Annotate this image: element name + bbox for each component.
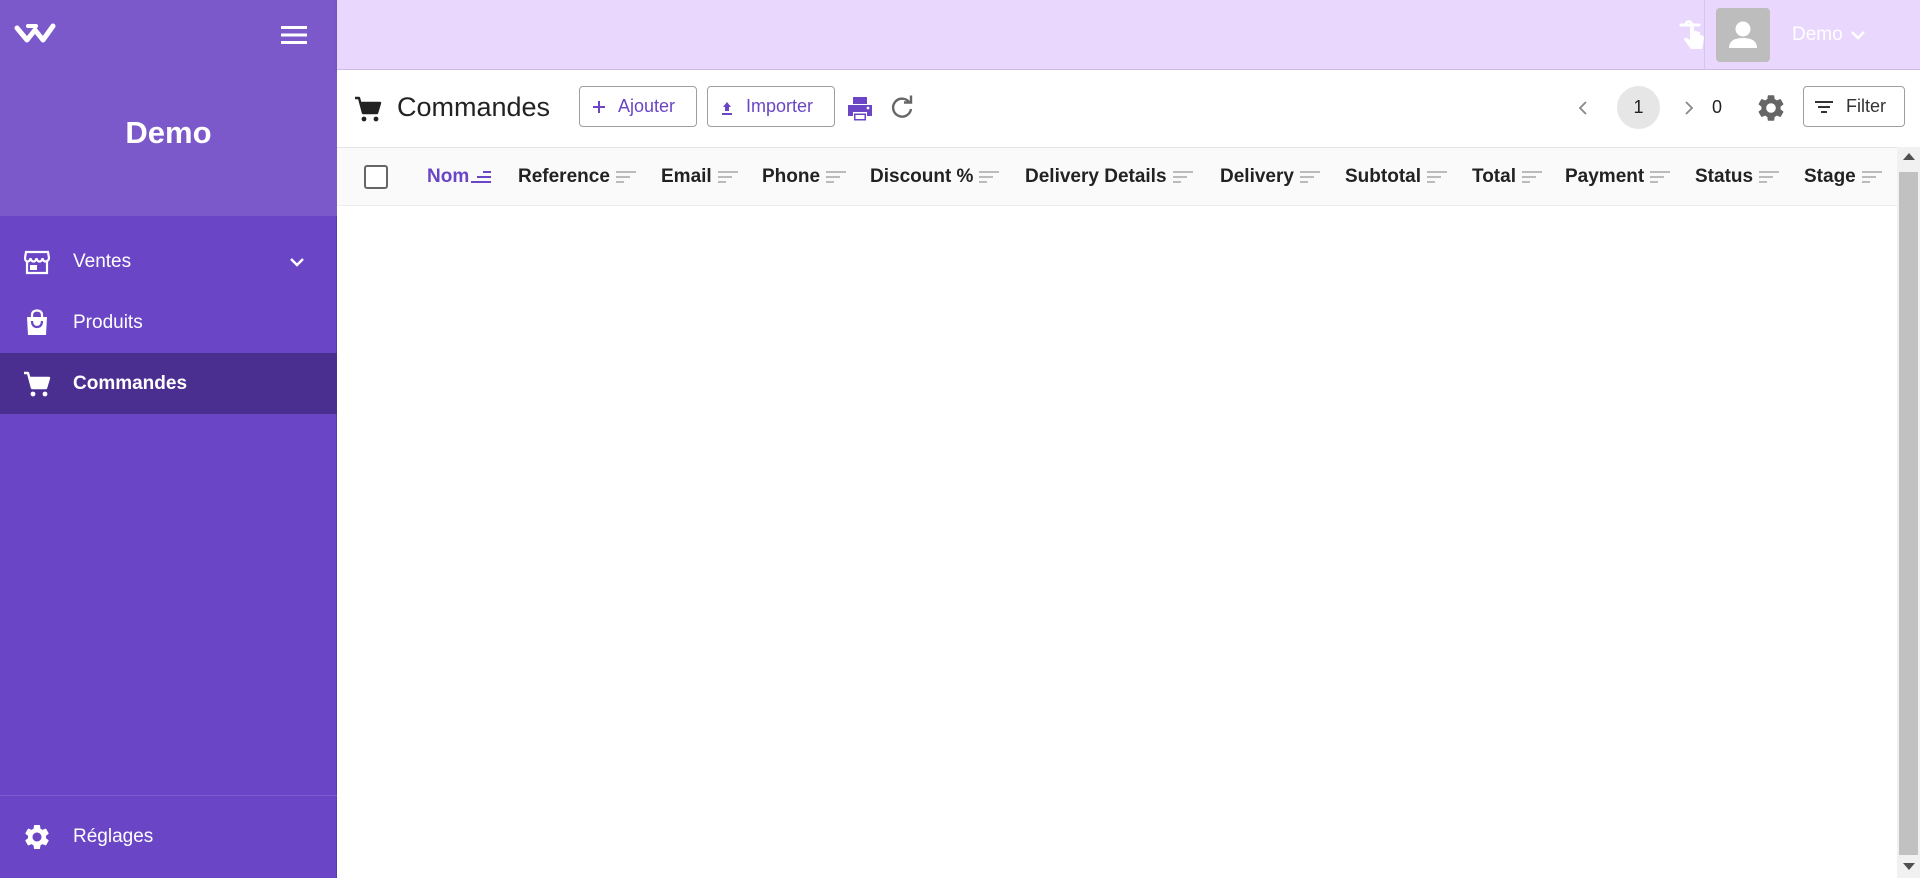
column-label: Email: [661, 166, 712, 187]
cart-icon: [24, 371, 51, 396]
storefront-icon: [23, 250, 51, 274]
scroll-down-arrow[interactable]: [1903, 863, 1915, 870]
sort-icon: [615, 171, 636, 183]
sort-icon: [1299, 171, 1320, 183]
sort-icon: [1521, 171, 1542, 183]
filter-button[interactable]: Filter: [1803, 86, 1905, 127]
chevron-left-icon[interactable]: [1573, 98, 1593, 118]
current-page[interactable]: 1: [1617, 86, 1660, 129]
filter-icon: [1815, 100, 1833, 113]
topbar-separator: [1704, 0, 1705, 70]
add-button-label: Ajouter: [618, 96, 676, 116]
sort-icon: [826, 171, 847, 183]
column-label: Phone: [762, 166, 821, 187]
column-header-email[interactable]: Email: [661, 166, 740, 188]
scroll-up-arrow[interactable]: [1903, 153, 1915, 160]
sidebar-nav: Ventes Produits Commandes: [0, 231, 337, 414]
user-icon: [1729, 21, 1757, 48]
chevron-right-icon[interactable]: [1679, 98, 1699, 118]
user-menu[interactable]: Demo: [1792, 24, 1867, 46]
column-header-delivery[interactable]: Delivery: [1220, 166, 1322, 188]
column-header-nom[interactable]: Nom: [427, 166, 493, 188]
upload-icon: [722, 101, 732, 115]
column-label: Payment: [1565, 166, 1645, 187]
sidebar-item-label: Produits: [73, 311, 143, 333]
sort-asc-icon: [471, 171, 492, 183]
column-header-subtotal[interactable]: Subtotal: [1345, 166, 1449, 188]
column-label: Reference: [518, 166, 610, 187]
page-title: Commandes: [397, 92, 551, 122]
column-header-phone[interactable]: Phone: [762, 166, 848, 188]
column-header-reference[interactable]: Reference: [518, 166, 638, 188]
sidebar-item-produits[interactable]: Produits: [0, 292, 337, 353]
column-label: Stage: [1804, 166, 1856, 187]
column-header-stage[interactable]: Stage: [1804, 166, 1884, 188]
sidebar-item-label: Ventes: [73, 250, 132, 272]
user-name: Demo: [1792, 24, 1843, 45]
sort-icon: [717, 171, 738, 183]
column-header-discount[interactable]: Discount %: [870, 166, 1001, 188]
refresh-icon[interactable]: [888, 94, 916, 122]
avatar[interactable]: [1716, 8, 1770, 62]
sort-icon: [1427, 171, 1447, 183]
sidebar-divider: [0, 795, 337, 796]
sort-icon: [1861, 171, 1882, 183]
gear-icon: [25, 824, 49, 849]
import-button-label: Importer: [746, 96, 814, 116]
column-header-delivery-details[interactable]: Delivery Details: [1025, 166, 1195, 188]
orders-table: Nom Reference Email Phone Discount % Del…: [337, 147, 1897, 878]
scroll-thumb[interactable]: [1899, 172, 1918, 855]
gear-icon[interactable]: [1755, 92, 1787, 124]
column-label: Discount %: [870, 166, 974, 187]
add-button[interactable]: Ajouter: [579, 86, 697, 127]
top-bar: Demo: [337, 0, 1920, 70]
column-label: Delivery: [1220, 166, 1294, 187]
column-header-total[interactable]: Total: [1472, 166, 1544, 188]
column-label: Total: [1472, 166, 1516, 187]
sort-icon: [1172, 171, 1193, 183]
sidebar-header: Demo: [0, 0, 337, 216]
column-label: Status: [1695, 166, 1754, 187]
sidebar-item-label: Réglages: [73, 825, 154, 847]
vertical-scrollbar[interactable]: [1897, 147, 1920, 878]
toolbar: Commandes Ajouter Importer 1 0 Filter: [337, 70, 1920, 147]
sidebar-title: Demo: [125, 115, 212, 150]
sidebar-item-ventes[interactable]: Ventes: [0, 231, 337, 292]
filter-button-label: Filter: [1846, 96, 1886, 116]
chevron-down-icon: [1850, 31, 1865, 40]
sidebar-item-commandes[interactable]: Commandes: [0, 353, 337, 414]
cart-icon: [355, 96, 382, 122]
sort-icon: [1650, 171, 1671, 183]
sort-icon: [1759, 171, 1780, 183]
table-header: Nom Reference Email Phone Discount % Del…: [337, 148, 1897, 206]
sidebar: Demo Ventes Produits Commandes Réglages: [0, 0, 337, 878]
select-all-checkbox[interactable]: [364, 165, 388, 189]
plus-icon: [593, 100, 605, 113]
column-label: Subtotal: [1345, 166, 1421, 187]
column-header-status[interactable]: Status: [1695, 166, 1781, 188]
shopping-bag-icon: [27, 308, 47, 335]
sidebar-item-reglages[interactable]: Réglages: [0, 806, 337, 867]
sidebar-settings: Réglages: [0, 806, 337, 867]
import-button[interactable]: Importer: [707, 86, 835, 127]
logo-icon: [14, 23, 56, 43]
column-label: Nom: [427, 166, 470, 187]
chevron-down-icon: [290, 257, 304, 267]
sidebar-item-label: Commandes: [73, 372, 188, 394]
sort-icon: [979, 171, 1000, 183]
column-header-payment[interactable]: Payment: [1565, 166, 1672, 188]
column-label: Delivery Details: [1025, 166, 1167, 187]
total-count: 0: [1712, 97, 1723, 117]
print-icon[interactable]: [845, 94, 875, 124]
touch-icon[interactable]: [1675, 18, 1711, 54]
hamburger-menu-icon[interactable]: [280, 24, 308, 46]
